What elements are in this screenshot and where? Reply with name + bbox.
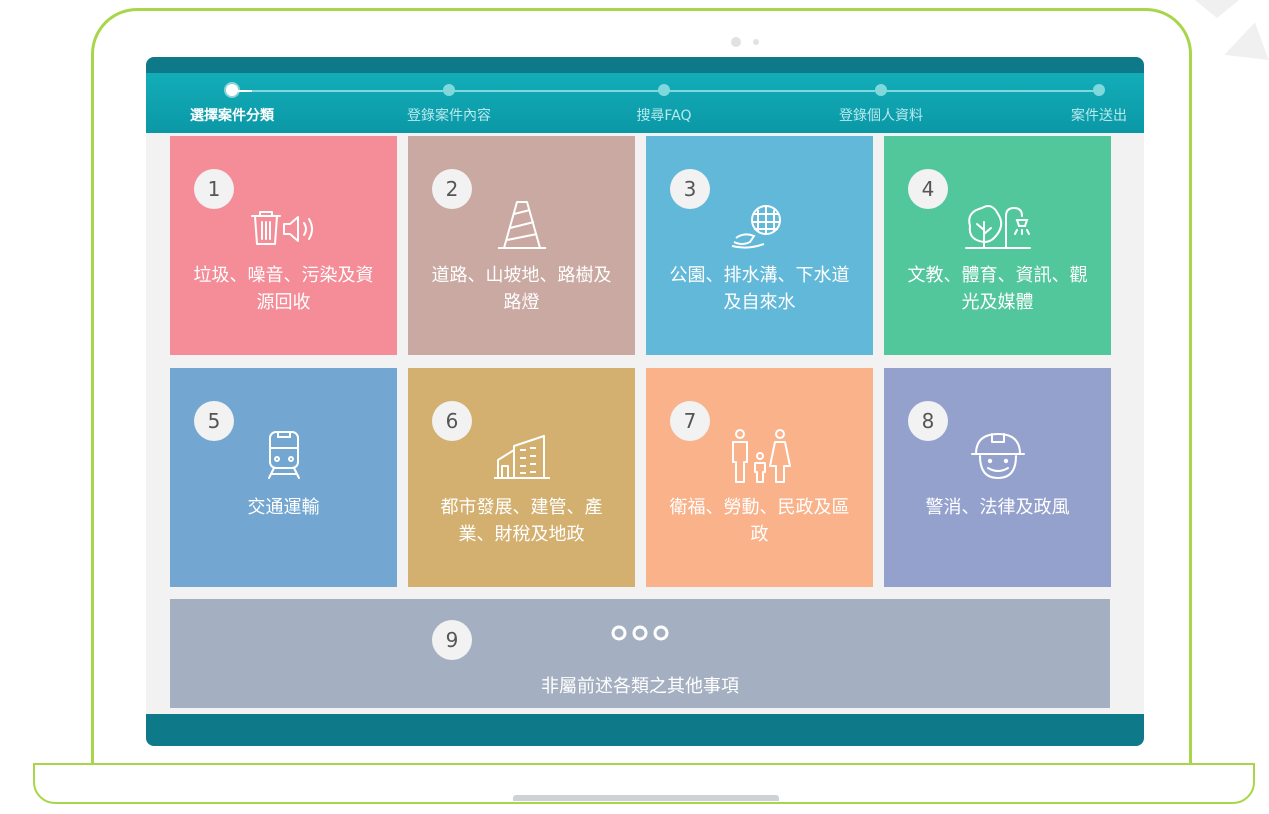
category-title: 警消、法律及政風 <box>925 497 1070 518</box>
decorative-triangle <box>1195 0 1239 18</box>
screen-bottom-bar <box>146 714 1144 746</box>
step-dot <box>1093 84 1105 96</box>
category-title: 都市發展、建管、產業、財稅及地政 <box>440 497 603 545</box>
step-dot <box>875 84 887 96</box>
step-case-content: 登錄案件內容 <box>389 73 509 133</box>
category-tile-3[interactable]: 3 公園、排水溝、下水道及自來水 <box>646 136 873 355</box>
category-title: 非屬前述各類之其他事項 <box>541 676 739 697</box>
step-dot <box>443 84 455 96</box>
category-title: 文教、體育、資訊、觀光及媒體 <box>907 265 1088 313</box>
laptop-notch <box>513 795 779 801</box>
category-title: 垃圾、噪音、污染及資源回收 <box>193 265 374 313</box>
step-label: 案件送出 <box>1071 108 1127 124</box>
family-icon <box>646 426 873 486</box>
progress-steps: 選擇案件分類 登錄案件內容 搜尋FAQ 登錄個人資料 案件送出 <box>146 73 1144 133</box>
step-label: 登錄案件內容 <box>407 108 491 124</box>
category-tile-7[interactable]: 7 衛福、勞動、民政及區政 <box>646 368 873 587</box>
category-tile-1[interactable]: 1 垃圾、噪音、污染及資源回收 <box>170 136 397 355</box>
step-submit-case: 案件送出 <box>1069 73 1129 133</box>
trash-noise-icon <box>170 206 397 250</box>
category-tile-8[interactable]: 8 警消、法律及政風 <box>884 368 1111 587</box>
category-tile-9[interactable]: 9 非屬前述各類之其他事項 <box>170 599 1110 708</box>
train-icon <box>170 428 397 482</box>
category-tile-6[interactable]: 6 都市發展、建管、產業、財稅及地政 <box>408 368 635 587</box>
tree-lamp-icon <box>884 200 1111 252</box>
helmet-worker-icon <box>884 428 1111 484</box>
traffic-cone-icon <box>408 198 635 254</box>
step-search-faq: 搜尋FAQ <box>604 73 724 133</box>
category-tile-2[interactable]: 2 道路、山坡地、路樹及路燈 <box>408 136 635 355</box>
step-label: 搜尋FAQ <box>636 108 692 124</box>
screen-top-bar <box>146 57 1144 73</box>
laptop-screen: 選擇案件分類 登錄案件內容 搜尋FAQ 登錄個人資料 案件送出 1 垃圾、噪音、… <box>146 57 1144 746</box>
step-label: 選擇案件分類 <box>190 108 274 124</box>
category-title: 衛福、勞動、民政及區政 <box>669 497 850 545</box>
more-dots-icon <box>170 623 1110 643</box>
category-title: 交通運輸 <box>247 497 320 518</box>
category-title: 公園、排水溝、下水道及自來水 <box>669 265 850 313</box>
category-tile-4[interactable]: 4 文教、體育、資訊、觀光及媒體 <box>884 136 1111 355</box>
category-number-badge: 1 <box>194 169 234 209</box>
step-select-category: 選擇案件分類 <box>172 73 292 133</box>
laptop-base <box>33 763 1255 804</box>
category-tile-5[interactable]: 5 交通運輸 <box>170 368 397 587</box>
step-label: 登錄個人資料 <box>839 108 923 124</box>
decorative-triangle <box>1217 22 1269 74</box>
step-personal-info: 登錄個人資料 <box>821 73 941 133</box>
drain-water-icon <box>646 202 873 252</box>
step-dot <box>658 84 670 96</box>
building-icon <box>408 432 635 482</box>
step-dot <box>226 84 238 96</box>
category-title: 道路、山坡地、路樹及路燈 <box>431 265 612 313</box>
